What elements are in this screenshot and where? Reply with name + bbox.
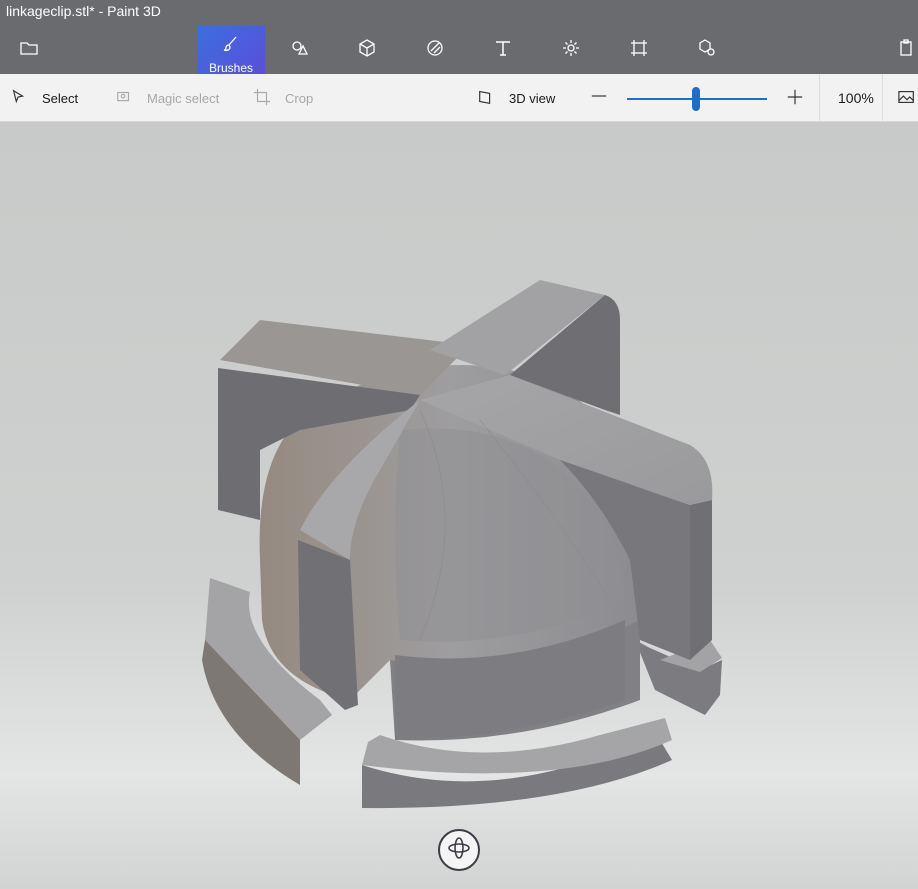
3d-view-icon xyxy=(477,88,509,109)
crop-button[interactable]: Crop xyxy=(253,74,313,122)
zoom-out-button[interactable] xyxy=(590,74,608,122)
3d-shapes-tool-button[interactable] xyxy=(344,26,390,74)
zoom-value[interactable]: 100% xyxy=(838,74,874,122)
cursor-icon xyxy=(10,88,42,109)
app-title-bar: linkageclip.stl* - Paint 3D Brushes xyxy=(0,0,918,75)
text-icon xyxy=(493,38,513,63)
effects-icon xyxy=(561,38,581,63)
window-title: linkageclip.stl* - Paint 3D xyxy=(6,3,161,19)
magic-select-button[interactable]: Magic select xyxy=(115,74,219,122)
2d-shapes-icon xyxy=(289,38,309,63)
folder-icon xyxy=(19,38,39,63)
divider xyxy=(819,74,820,122)
secondary-toolbar: Select Magic select Crop 3D view 100% xyxy=(0,74,918,122)
rotate-3d-button[interactable] xyxy=(438,829,480,871)
canvas-tool-button[interactable] xyxy=(616,26,662,74)
stickers-icon xyxy=(425,38,445,63)
minus-icon xyxy=(590,87,608,110)
effects-tool-button[interactable] xyxy=(548,26,594,74)
3d-library-tool-button[interactable] xyxy=(684,26,730,74)
select-button[interactable]: Select xyxy=(10,74,78,122)
stickers-tool-button[interactable] xyxy=(412,26,458,74)
brushes-label: Brushes xyxy=(208,61,254,75)
rotate-3d-icon xyxy=(447,836,471,865)
paste-button[interactable] xyxy=(884,26,918,74)
view-options-button[interactable] xyxy=(898,74,918,122)
crop-label: Crop xyxy=(285,90,314,106)
2d-shapes-tool-button[interactable] xyxy=(276,26,322,74)
paste-icon xyxy=(897,38,917,63)
zoom-slider-thumb[interactable] xyxy=(692,87,700,111)
3d-library-icon xyxy=(697,38,717,63)
brushes-tool-button[interactable]: Brushes xyxy=(197,26,265,75)
magic-select-icon xyxy=(115,88,147,109)
text-tool-button[interactable] xyxy=(480,26,526,74)
canvas-icon xyxy=(629,38,649,63)
brush-icon xyxy=(221,34,241,59)
3d-canvas[interactable] xyxy=(0,122,918,889)
menu-button[interactable] xyxy=(6,26,52,74)
3d-view-label: 3D view xyxy=(509,90,556,106)
3d-view-button[interactable]: 3D view xyxy=(477,74,555,122)
plus-icon xyxy=(786,88,804,109)
image-icon xyxy=(898,88,918,109)
zoom-in-button[interactable] xyxy=(786,74,804,122)
select-label: Select xyxy=(42,90,79,106)
3d-model[interactable] xyxy=(0,122,918,889)
magic-select-label: Magic select xyxy=(147,90,220,106)
divider xyxy=(882,74,883,122)
crop-icon xyxy=(253,88,285,109)
3d-shapes-icon xyxy=(357,38,377,63)
